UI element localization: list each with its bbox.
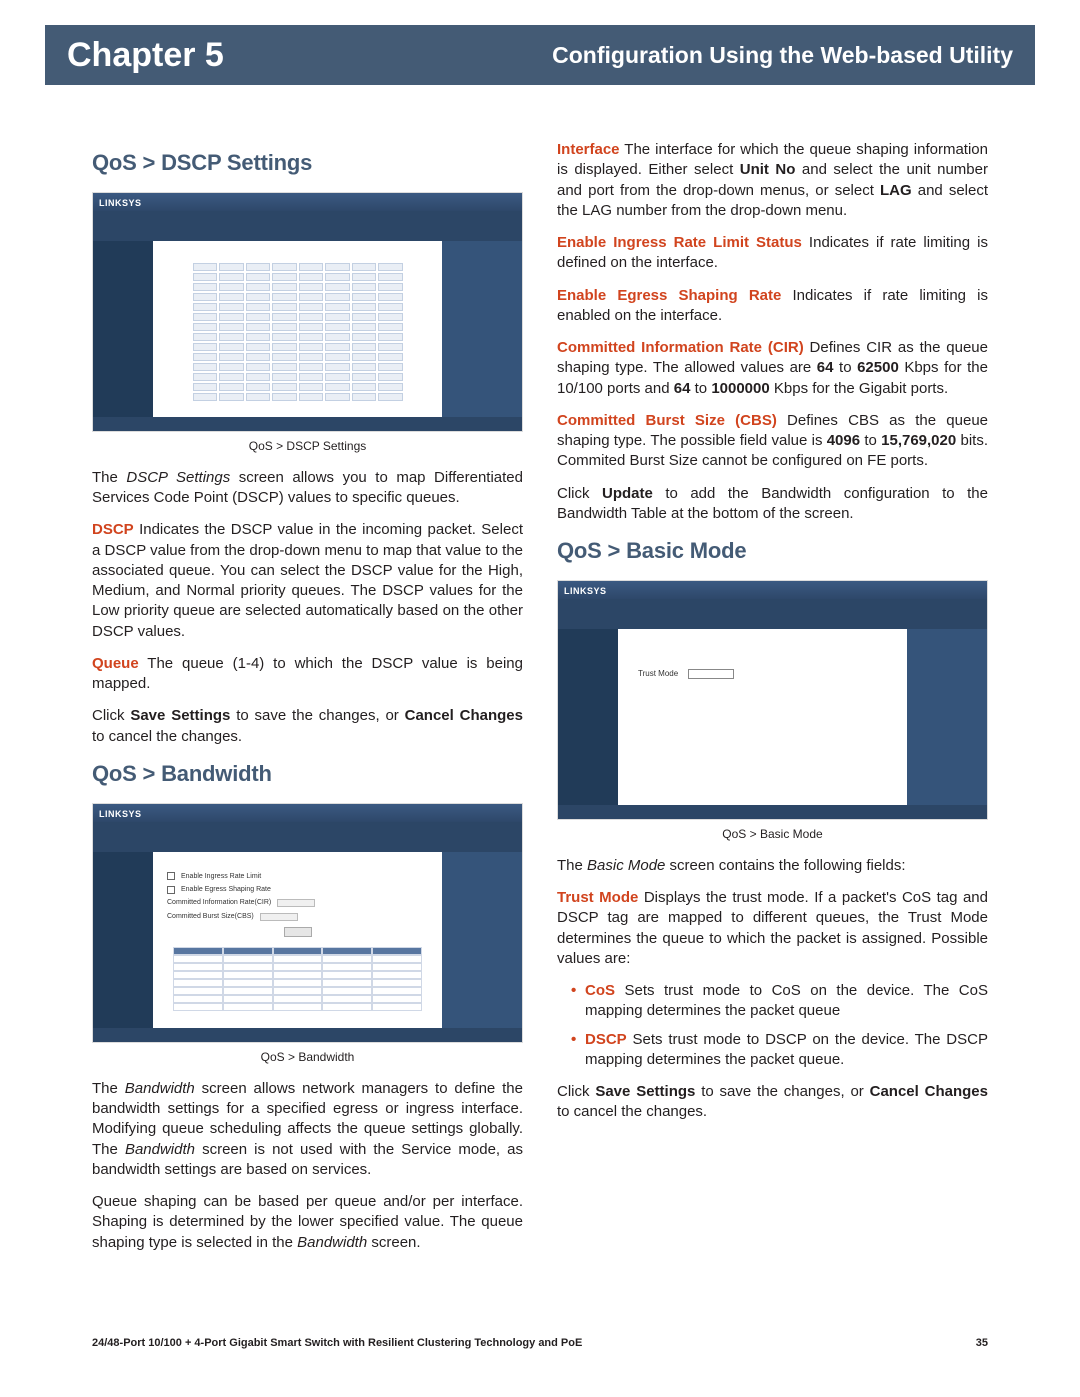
figure-caption-dscp: QoS > DSCP Settings [92,438,523,454]
section-basic-mode-heading: QoS > Basic Mode [557,536,988,566]
figure-dscp-settings: LINKSYS [92,192,523,454]
section-dscp-settings-heading: QoS > DSCP Settings [92,148,523,178]
right-column: Interface The interface for which the qu… [557,140,988,1307]
figure-caption-basic-mode: QoS > Basic Mode [557,826,988,842]
left-column: QoS > DSCP Settings LINKSYS [92,140,523,1307]
screenshot-navbar [93,822,522,852]
cbs-definition: Committed Burst Size (CBS) Defines CBS a… [557,411,988,472]
bandwidth-table [173,947,422,1011]
screenshot-help-panel [442,852,522,1028]
chapter-label: Chapter 5 [67,36,224,75]
screenshot-main [153,241,442,417]
screenshot-footer [93,1028,522,1042]
screenshot-brand: LINKSYS [93,804,522,822]
screenshot-leftnav [93,852,153,1028]
interface-definition: Interface The interface for which the qu… [557,140,988,221]
basic-mode-intro: The Basic Mode screen contains the follo… [557,856,988,876]
screenshot-bandwidth: LINKSYS Enable Ingress Rate Limit Enable… [92,803,523,1043]
screenshot-main: Enable Ingress Rate Limit Enable Egress … [153,852,442,1028]
bandwidth-form: Enable Ingress Rate Limit Enable Egress … [153,852,442,1032]
save-cancel-paragraph-1: Click Save Settings to save the changes,… [92,706,523,747]
screenshot-footer [558,805,987,819]
screenshot-brand: LINKSYS [558,581,987,599]
screenshot-main: Trust Mode [618,629,907,805]
save-cancel-paragraph-2: Click Save Settings to save the changes,… [557,1082,988,1123]
screenshot-leftnav [93,241,153,417]
figure-basic-mode: LINKSYS Trust Mode QoS > Basic Mode [557,580,988,842]
bandwidth-intro-paragraph: The Bandwidth screen allows network mana… [92,1079,523,1180]
figure-bandwidth: LINKSYS Enable Ingress Rate Limit Enable… [92,803,523,1065]
screenshot-leftnav [558,629,618,805]
dscp-table-grid [193,263,403,401]
product-name: 24/48-Port 10/100 + 4-Port Gigabit Smart… [92,1337,582,1349]
screenshot-footer [93,417,522,431]
section-bandwidth-heading: QoS > Bandwidth [92,759,523,789]
basic-mode-form: Trust Mode [618,629,907,720]
cos-bullet: CoS Sets trust mode to CoS on the device… [571,981,988,1022]
screenshot-navbar [93,211,522,241]
screenshot-brand: LINKSYS [93,193,522,211]
queue-shaping-paragraph: Queue shaping can be based per queue and… [92,1192,523,1253]
content-columns: QoS > DSCP Settings LINKSYS [92,140,988,1307]
trust-mode-values-list: CoS Sets trust mode to CoS on the device… [571,981,988,1070]
queue-definition: Queue The queue (1-4) to which the DSCP … [92,654,523,695]
dscp-definition: DSCP Indicates the DSCP value in the inc… [92,520,523,642]
dscp-bullet: DSCP Sets trust mode to DSCP on the devi… [571,1030,988,1071]
page-footer: 24/48-Port 10/100 + 4-Port Gigabit Smart… [92,1337,988,1349]
chapter-title: Configuration Using the Web-based Utilit… [552,42,1013,69]
dscp-intro-paragraph: The DSCP Settings screen allows you to m… [92,468,523,509]
cir-definition: Committed Information Rate (CIR) Defines… [557,338,988,399]
screenshot-basic-mode: LINKSYS Trust Mode [557,580,988,820]
screenshot-navbar [558,599,987,629]
page: Chapter 5 Configuration Using the Web-ba… [0,0,1080,1397]
screenshot-dscp-settings: LINKSYS [92,192,523,432]
egress-shaping-rate-definition: Enable Egress Shaping Rate Indicates if … [557,286,988,327]
screenshot-help-panel [907,629,987,805]
figure-caption-bandwidth: QoS > Bandwidth [92,1049,523,1065]
update-paragraph: Click Update to add the Bandwidth config… [557,484,988,525]
page-number: 35 [976,1337,988,1349]
trust-mode-definition: Trust Mode Displays the trust mode. If a… [557,888,988,969]
screenshot-help-panel [442,241,522,417]
chapter-header: Chapter 5 Configuration Using the Web-ba… [45,25,1035,85]
ingress-rate-limit-definition: Enable Ingress Rate Limit Status Indicat… [557,233,988,274]
